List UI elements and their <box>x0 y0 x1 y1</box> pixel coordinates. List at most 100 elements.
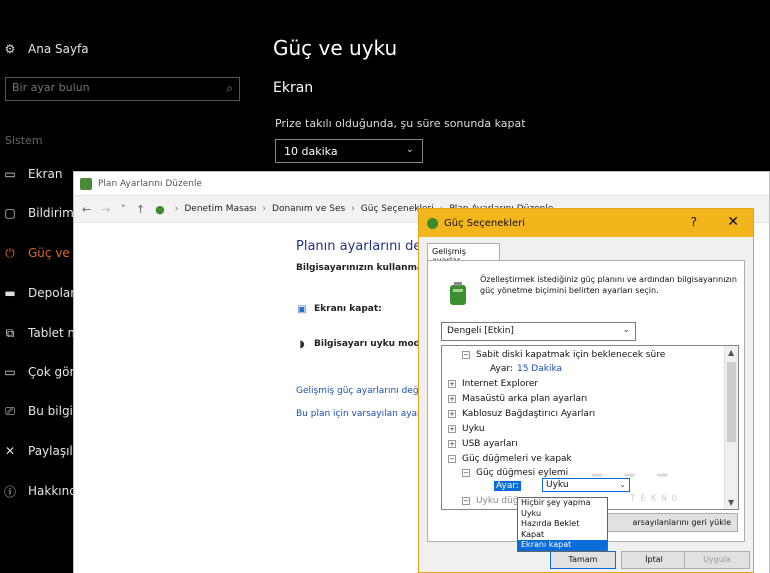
tree-setting-power-button[interactable]: Ayar: <box>494 479 521 493</box>
expand-icon[interactable]: + <box>448 410 456 418</box>
dropdown-option-selected[interactable]: Ekranı kapat <box>518 540 607 551</box>
nav-item-tablet[interactable]: ⧉ Tablet m <box>2 322 80 344</box>
advanced-settings-link[interactable]: Gelişmiş güç ayarlarını deği <box>296 386 421 396</box>
collapse-icon[interactable]: − <box>462 497 470 505</box>
nav-item-projecting[interactable]: ⎚ Bu bilgis <box>2 400 79 422</box>
tree-label: Sabit diski kapatmak için beklenecek sür… <box>476 350 666 360</box>
search-input[interactable] <box>12 81 202 94</box>
gear-icon: ⚙ <box>4 42 16 56</box>
tree-label: Internet Explorer <box>462 379 539 389</box>
dialog-intro-text: Özelleştirmek istediğiniz güç planını ve… <box>480 275 737 295</box>
section-heading: Ekran <box>273 80 314 96</box>
section-label: Sistem <box>5 134 43 147</box>
scroll-down-icon[interactable]: ▼ <box>728 498 734 507</box>
plan-heading: Planın ayarlarını deği <box>296 239 434 254</box>
nav-item-shared[interactable]: ✕ Paylaşıla <box>2 440 80 462</box>
nav-item-notifications[interactable]: ▢ Bildirim <box>2 202 73 224</box>
close-button[interactable]: ✕ <box>727 214 739 230</box>
nav-item-storage[interactable]: ▬ Depolan <box>2 282 78 304</box>
tree-node[interactable]: + Uyku <box>448 422 485 436</box>
tree-label: Güç düğmeleri ve kapak <box>462 454 572 464</box>
monitor-icon: ▭ <box>4 167 16 181</box>
nav-item-power[interactable]: ⏻ Güç ve u <box>2 242 81 264</box>
tree-node[interactable]: + Masaüstü arka plan ayarları <box>448 392 587 406</box>
control-panel-icon: ● <box>155 202 165 216</box>
expand-icon[interactable]: + <box>448 440 456 448</box>
cancel-button[interactable]: İptal <box>621 551 687 569</box>
help-button[interactable]: ? <box>691 215 697 229</box>
nav-item-label: Bu bilgis <box>28 404 80 418</box>
select-value: 10 dakika <box>284 145 338 158</box>
power-options-icon <box>427 217 438 229</box>
tree-node[interactable]: + USB ayarları <box>448 437 518 451</box>
power-options-icon <box>80 177 92 190</box>
expand-icon[interactable]: + <box>448 380 456 388</box>
forward-arrow-icon[interactable]: → <box>101 203 110 216</box>
tree-setting-label: Ayar: <box>490 364 513 374</box>
ok-button[interactable]: Tamam <box>550 551 616 569</box>
tree-setting-label: Ayar: <box>494 481 521 491</box>
moon-icon: ◗ <box>299 338 305 350</box>
power-plan-select[interactable]: Dengeli [Etkin] ⌄ <box>441 322 636 341</box>
tab-advanced-settings[interactable]: Gelişmiş ayarlar <box>427 243 500 265</box>
collapse-icon[interactable]: − <box>462 351 470 359</box>
tree-node-partial[interactable]: − Uyku düğ <box>462 494 519 508</box>
collapse-icon[interactable]: − <box>462 469 470 477</box>
turn-off-display-row: ▣ Ekranı kapat: <box>296 303 381 315</box>
scroll-up-icon[interactable]: ▲ <box>728 348 734 357</box>
dropdown-option[interactable]: Uyku <box>518 509 607 520</box>
up-arrow-icon[interactable]: ↑ <box>136 203 145 216</box>
restore-defaults-button[interactable]: arsayılanlarını geri yükle <box>606 513 738 532</box>
screen-timeout-select[interactable]: 10 dakika ⌄ <box>275 139 423 163</box>
tree-node[interactable]: − Güç düğmeleri ve kapak <box>448 452 572 466</box>
nav-item-multitask[interactable]: ▭ Çok gör <box>2 361 74 383</box>
breadcrumb-separator: › <box>351 204 355 214</box>
nav-home-label: Ana Sayfa <box>28 42 89 56</box>
breadcrumb-hardware[interactable]: Donanım ve Ses <box>272 204 345 214</box>
nav-item-label: Tablet m <box>28 326 80 340</box>
tree-node-hard-disk[interactable]: − Sabit diski kapatmak için beklenecek s… <box>462 348 665 362</box>
nav-item-about[interactable]: ⓘ Hakkınd <box>2 480 77 502</box>
apply-button[interactable]: Uygula <box>684 551 750 569</box>
tree-scrollbar[interactable]: ▲ ▼ <box>724 346 738 509</box>
breadcrumb-separator: › <box>262 204 267 214</box>
shared-icon: ✕ <box>4 444 16 458</box>
display-icon: ▣ <box>297 303 307 315</box>
row-label: Bilgisayarı uyku modun <box>314 339 433 349</box>
restore-defaults-link[interactable]: Bu plan için varsayılan ayarl <box>296 409 423 419</box>
dropdown-option[interactable]: Hiçbir şey yapma <box>518 498 607 509</box>
tree-node[interactable]: + Internet Explorer <box>448 377 538 391</box>
tree-node[interactable]: + Kablosuz Bağdaştırıcı Ayarları <box>448 407 595 421</box>
breadcrumb-separator: › <box>174 204 179 214</box>
window-title: Plan Ayarlarını Düzenle <box>98 178 203 189</box>
breadcrumb-control-panel[interactable]: Denetim Masası <box>184 204 256 214</box>
screen: ⚙ Ana Sayfa ⌕ Sistem ▭ Ekran ▢ Bildirim … <box>0 0 770 573</box>
tree-label: USB ayarları <box>462 439 518 449</box>
expand-icon[interactable]: + <box>448 395 456 403</box>
dropdown-option[interactable]: Hazırda Beklet <box>518 519 607 530</box>
nav-item-label: Çok gör <box>28 365 75 379</box>
info-icon: ⓘ <box>3 484 16 499</box>
dropdown-option[interactable]: Kapat <box>518 530 607 541</box>
sleep-row: ◗ Bilgisayarı uyku modun <box>296 338 433 350</box>
nav-item-label: Hakkınd <box>28 484 77 498</box>
tree-setting-disk[interactable]: Ayar: 15 Dakika <box>490 362 562 376</box>
dialog-title: Güç Seçenekleri <box>444 217 526 229</box>
window-titlebar: Plan Ayarlarını Düzenle <box>74 172 769 195</box>
page-title: Güç ve uyku <box>273 36 398 60</box>
tree-setting-value[interactable]: 15 Dakika <box>517 364 562 374</box>
nav-item-display[interactable]: ▭ Ekran <box>2 163 62 185</box>
nav-item-label: Depolan <box>28 286 78 300</box>
expand-icon[interactable]: + <box>448 425 456 433</box>
recent-chevron-icon[interactable]: ˅ <box>120 203 126 216</box>
settings-search[interactable]: ⌕ <box>5 77 240 101</box>
nav-home[interactable]: ⚙ Ana Sayfa <box>2 38 89 60</box>
back-arrow-icon[interactable]: ← <box>82 203 91 216</box>
multitask-icon: ▭ <box>4 365 16 379</box>
search-icon[interactable]: ⌕ <box>226 81 233 96</box>
scroll-thumb[interactable] <box>727 362 736 442</box>
plugged-in-label: Prize takılı olduğunda, şu süre sonunda … <box>275 117 526 130</box>
power-icon: ⏻ <box>5 245 15 260</box>
collapse-icon[interactable]: − <box>448 455 456 463</box>
tree-label: Uyku <box>462 424 485 434</box>
